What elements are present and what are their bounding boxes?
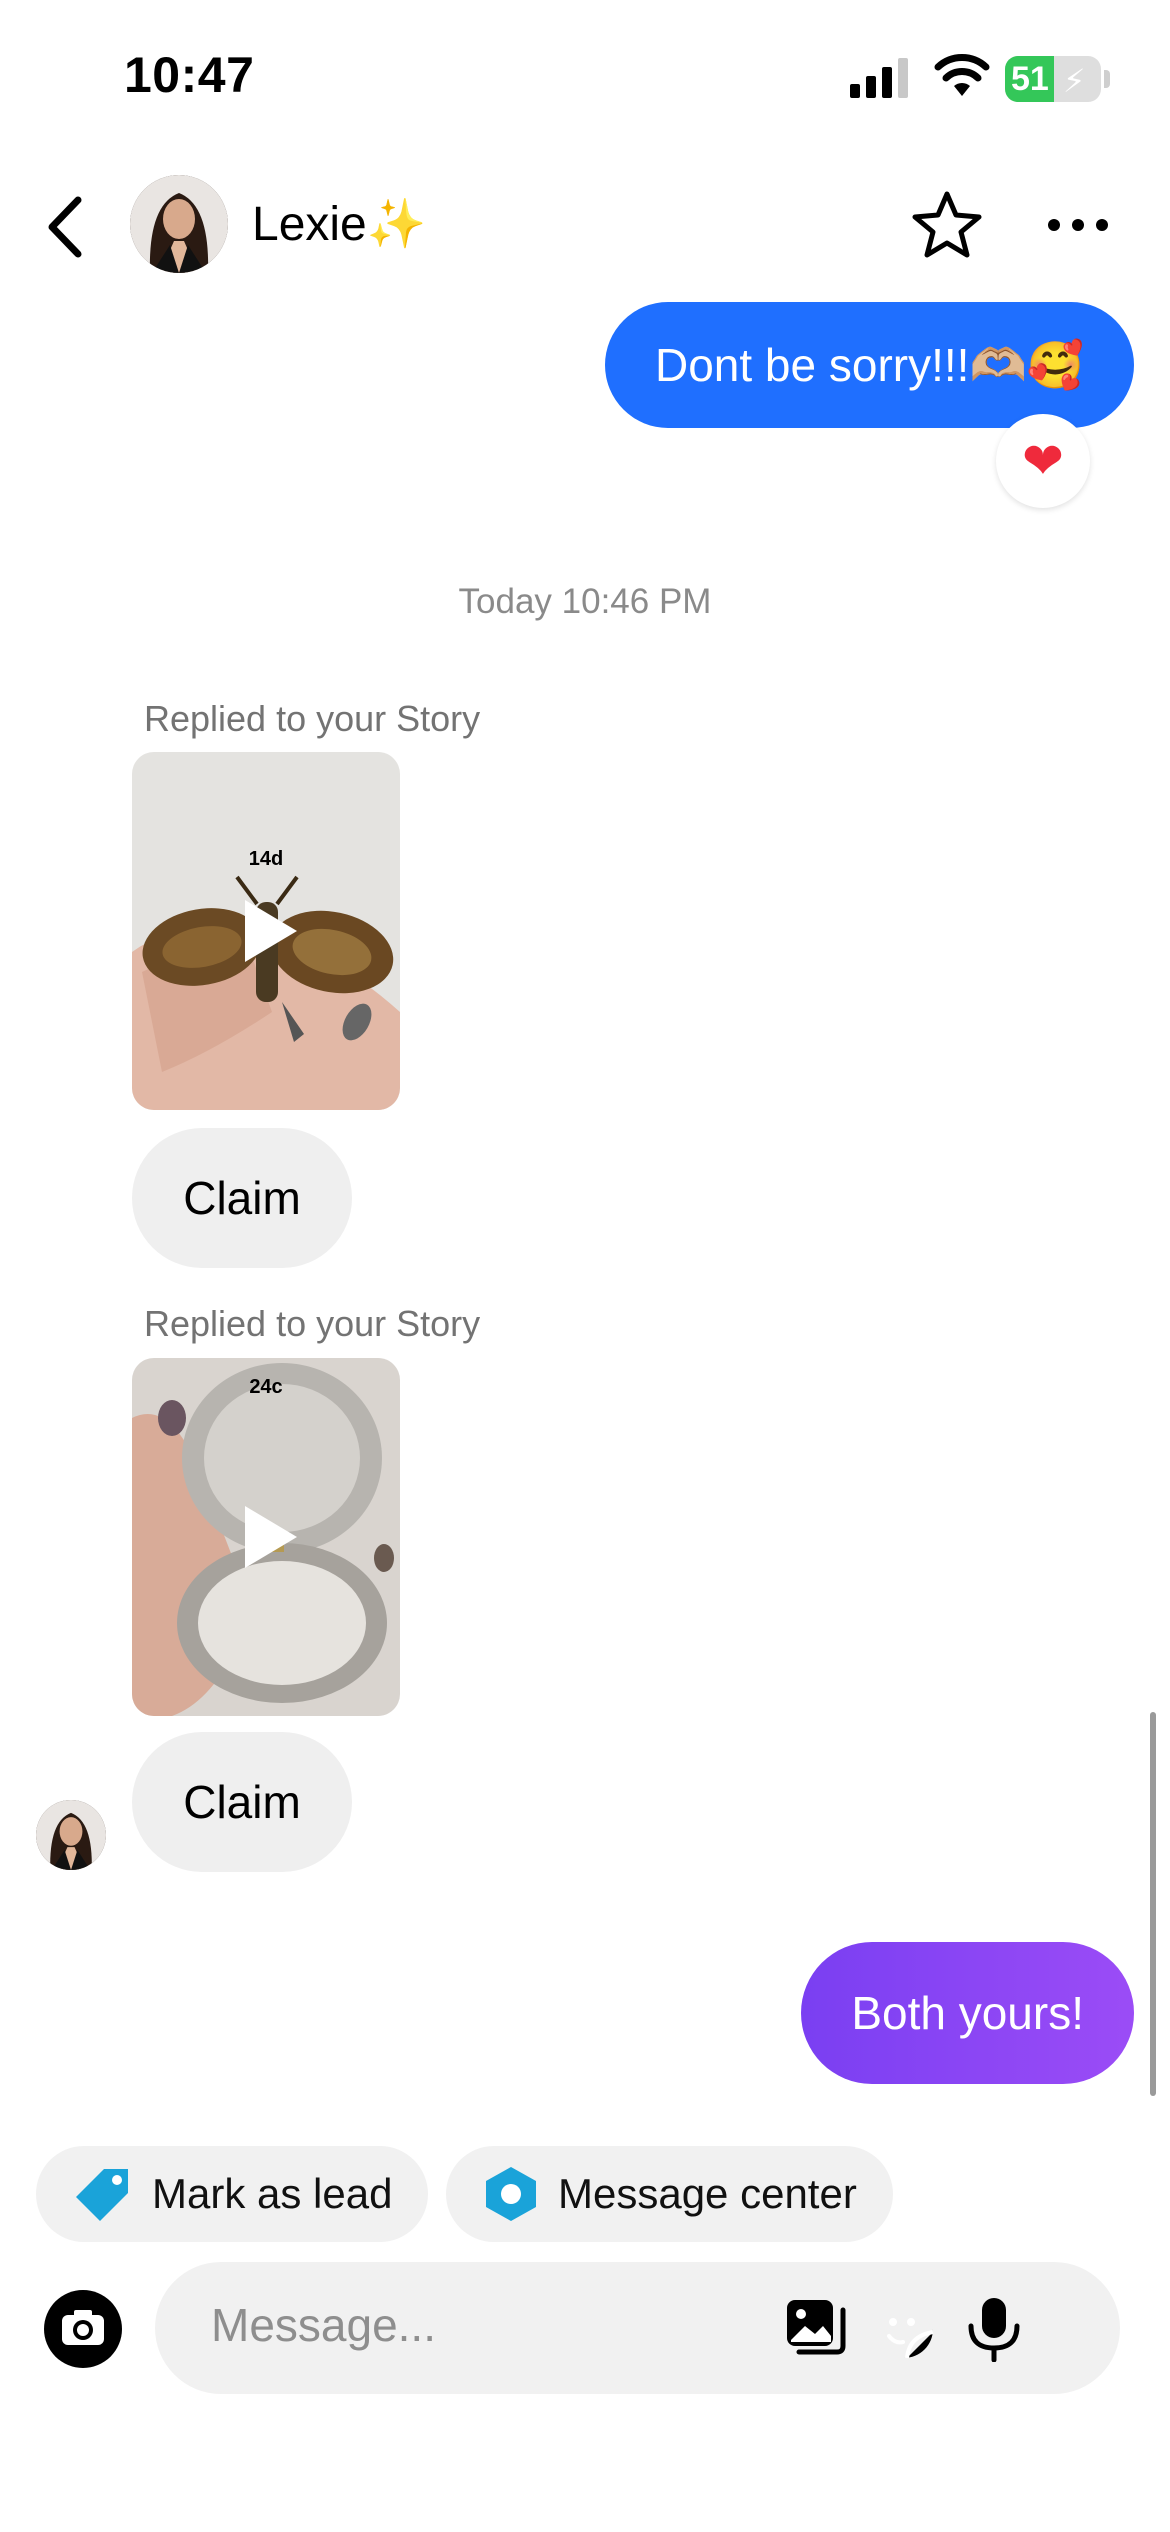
sent-message-bubble[interactable]: Dont be sorry!!!🫶🏼🥰	[604, 302, 1134, 428]
wifi-icon	[934, 54, 990, 96]
sender-avatar[interactable]	[36, 1800, 106, 1870]
message-input[interactable]: Message...	[155, 2262, 1120, 2394]
star-icon[interactable]	[910, 188, 984, 262]
more-options-icon[interactable]	[1046, 210, 1110, 240]
mark-as-lead-button[interactable]: Mark as lead	[36, 2146, 429, 2242]
contact-avatar[interactable]	[130, 175, 228, 273]
story-reply-label: Replied to your Story	[144, 698, 481, 739]
battery-nub	[1104, 70, 1110, 88]
sticker-icon[interactable]	[871, 2296, 937, 2362]
play-icon[interactable]	[236, 1502, 306, 1572]
story-thumbnail[interactable]: 24c	[132, 1358, 400, 1716]
tag-icon	[76, 2169, 128, 2221]
status-time: 10:47	[124, 47, 255, 103]
message-center-label: Message center	[558, 2170, 857, 2217]
heart-reaction[interactable]: ❤	[996, 414, 1090, 508]
camera-icon	[62, 2310, 104, 2345]
story-duration: 24c	[249, 1376, 283, 1398]
contact-name-text: Lexie	[252, 198, 367, 251]
camera-button[interactable]	[44, 2290, 122, 2368]
battery-icon: 51 ⚡	[1005, 56, 1101, 102]
microphone-icon[interactable]	[961, 2296, 1027, 2362]
received-message-bubble[interactable]: Claim	[132, 1732, 352, 1872]
message-center-icon	[486, 2167, 536, 2221]
sparkles-emoji: ✨	[366, 198, 427, 251]
story-duration: 14d	[248, 848, 284, 870]
battery-percentage: 51	[1011, 60, 1049, 98]
gallery-icon[interactable]	[783, 2296, 849, 2362]
cell-signal-icon	[850, 58, 908, 98]
contact-name[interactable]: Lexie✨	[252, 195, 427, 252]
message-center-button[interactable]: Message center	[446, 2146, 893, 2242]
message-placeholder: Message...	[211, 2299, 436, 2351]
play-icon[interactable]	[236, 896, 306, 966]
message-timestamp: Today 10:46 PM	[458, 582, 712, 621]
mark-as-lead-label: Mark as lead	[152, 2170, 393, 2217]
sent-message-bubble[interactable]: Both yours!	[801, 1942, 1134, 2084]
back-chevron-icon[interactable]	[40, 192, 90, 262]
scrollbar[interactable]	[1150, 1712, 1156, 2096]
story-thumbnail[interactable]: 14d	[132, 752, 400, 1110]
charging-bolt-icon: ⚡	[1063, 63, 1086, 99]
story-reply-label: Replied to your Story	[144, 1303, 481, 1344]
received-message-bubble[interactable]: Claim	[132, 1128, 352, 1268]
